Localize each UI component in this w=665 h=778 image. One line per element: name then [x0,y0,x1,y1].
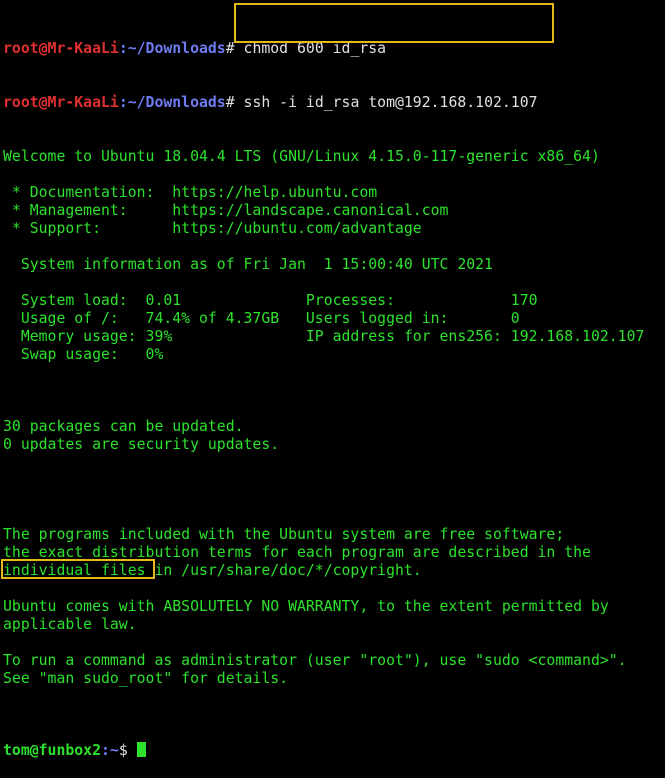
prompt-line-tom[interactable]: tom@funbox2:~$ [3,742,665,760]
terminal-window[interactable]: root@Mr-KaaLi:~/Downloads# chmod 600 id_… [0,0,665,759]
output-line: * Documentation: https://help.ubuntu.com [3,184,378,201]
output-line: the exact distribution terms for each pr… [3,544,591,561]
prompt-path: :~ [101,742,119,759]
prompt-line-chmod: root@Mr-KaaLi:~/Downloads# chmod 600 id_… [3,40,665,58]
output-line: individual files in /usr/share/doc/*/cop… [3,562,422,579]
output-line: 0 updates are security updates. [3,436,280,453]
output-line: Swap usage: 0% [3,346,164,363]
text-cursor[interactable] [136,742,146,757]
prompt-symbol: $ [118,742,137,759]
chmod-command: chmod 600 id_rsa [234,40,387,57]
prompt-symbol: # [225,40,235,57]
output-line: The programs included with the Ubuntu sy… [3,526,565,543]
prompt-path: :~/Downloads [118,94,226,111]
output-line: applicable law. [3,616,137,633]
output-line: See "man sudo_root" for details. [3,670,289,687]
prompt-user-host: root@Mr-KaaLi [3,40,119,57]
output-line: Welcome to Ubuntu 18.04.4 LTS (GNU/Linux… [3,148,600,165]
prompt-symbol: # [225,94,235,111]
output-line: Usage of /: 74.4% of 4.37GB Users logged… [3,310,520,327]
output-line: * Management: https://landscape.canonica… [3,202,449,219]
output-line: Memory usage: 39% IP address for ens256:… [3,328,645,345]
ssh-command: ssh -i id_rsa tom@192.168.102.107 [234,94,538,111]
output-line: * Support: https://ubuntu.com/advantage [3,220,422,237]
prompt-user-host: tom@funbox2 [3,742,101,759]
output-line: To run a command as administrator (user … [3,652,627,669]
output-line: System information as of Fri Jan 1 15:00… [3,256,493,273]
output-line: Ubuntu comes with ABSOLUTELY NO WARRANTY… [3,598,609,615]
output-line: 30 packages can be updated. [3,418,244,435]
ssh-login-output: Welcome to Ubuntu 18.04.4 LTS (GNU/Linux… [3,148,665,706]
prompt-path: :~/Downloads [118,40,226,57]
prompt-line-ssh: root@Mr-KaaLi:~/Downloads# ssh -i id_rsa… [3,94,665,112]
prompt-user-host: root@Mr-KaaLi [3,94,119,111]
output-line: System load: 0.01 Processes: 170 [3,292,538,309]
